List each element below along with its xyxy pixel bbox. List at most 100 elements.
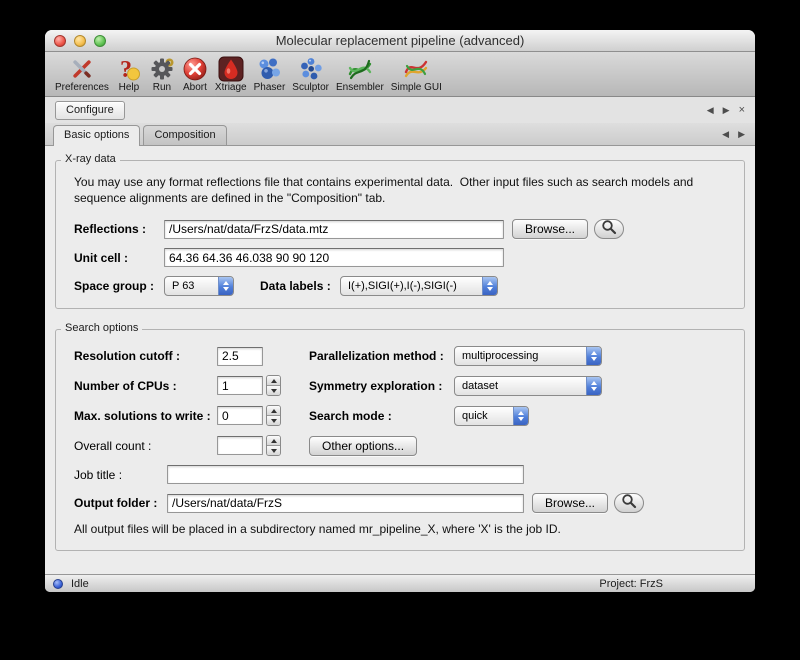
overall-count-label: Overall count : xyxy=(74,439,217,453)
other-options-button[interactable]: Other options... xyxy=(309,436,417,456)
toolbar-item-phaser[interactable]: Phaser xyxy=(254,56,286,93)
toolbar-item-label: Abort xyxy=(183,82,207,93)
space-group-row: Space group : P 63 Data labels : I(+),SI… xyxy=(74,276,726,296)
parallelization-method-dropdown[interactable]: multiprocessing xyxy=(454,346,602,366)
output-note: All output files will be placed in a sub… xyxy=(74,522,726,536)
stepper-down-icon[interactable] xyxy=(267,416,280,425)
tab-strip-controls: ◀ ▶ × xyxy=(707,105,745,116)
toolbar-item-xtriage[interactable]: Xtriage xyxy=(215,56,247,93)
close-button[interactable] xyxy=(54,35,66,47)
toolbar-item-label: Sculptor xyxy=(292,82,329,93)
unit-cell-label: Unit cell : xyxy=(74,251,164,265)
overall-count-input[interactable] xyxy=(217,436,263,455)
status-bar: Idle Project: FrzS xyxy=(45,574,755,592)
tab-basic-options[interactable]: Basic options xyxy=(53,125,140,146)
output-folder-inspect-button[interactable] xyxy=(614,493,644,513)
overall-count-stepper[interactable] xyxy=(266,435,281,456)
toolbar-item-preferences[interactable]: Preferences xyxy=(55,56,109,93)
title-bar[interactable]: Molecular replacement pipeline (advanced… xyxy=(45,30,755,52)
options-scroll-left-icon[interactable]: ◀ xyxy=(722,129,729,140)
number-of-cpus-label: Number of CPUs : xyxy=(74,379,217,393)
cpus-stepper[interactable] xyxy=(266,375,281,396)
job-title-label: Job title : xyxy=(74,468,167,482)
space-group-label: Space group : xyxy=(74,279,164,293)
max-solutions-input[interactable] xyxy=(217,406,263,425)
data-labels-value: I(+),SIGI(+),I(-),SIGI(-) xyxy=(348,280,463,292)
symmetry-exploration-label: Symmetry exploration : xyxy=(309,379,454,393)
resolution-cutoff-input[interactable] xyxy=(217,347,263,366)
options-tab-controls: ◀ ▶ xyxy=(722,129,755,140)
toolbar-item-label: Help xyxy=(119,82,140,93)
unit-cell-input[interactable] xyxy=(164,248,504,267)
tab-scroll-right-icon[interactable]: ▶ xyxy=(723,105,730,116)
xray-data-group: X-ray data You may use any format reflec… xyxy=(55,160,745,309)
dropdown-arrows-icon xyxy=(586,347,601,365)
cpus-row: Number of CPUs : Symmetry exploration : … xyxy=(74,375,726,396)
magnifier-icon xyxy=(601,219,617,240)
reflections-inspect-button[interactable] xyxy=(594,219,624,239)
ribbons-multicolor-icon xyxy=(403,56,429,82)
data-labels-label: Data labels : xyxy=(260,279,340,293)
toolbar-item-label: Run xyxy=(153,82,171,93)
search-mode-label: Search mode : xyxy=(309,409,454,423)
window-title: Molecular replacement pipeline (advanced… xyxy=(276,33,525,48)
reflections-input[interactable] xyxy=(164,220,504,239)
job-title-input[interactable] xyxy=(167,465,524,484)
toolbar-item-simple-gui[interactable]: Simple GUI xyxy=(391,56,442,93)
overall-count-row: Overall count : Other options... xyxy=(74,435,726,456)
tab-configure[interactable]: Configure xyxy=(55,101,125,120)
toolbar-item-help[interactable]: ? Help xyxy=(116,56,142,93)
dropdown-arrows-icon xyxy=(482,277,497,295)
unit-cell-row: Unit cell : xyxy=(74,248,726,267)
toolbar-item-sculptor[interactable]: Sculptor xyxy=(292,56,329,93)
tab-composition[interactable]: Composition xyxy=(143,125,226,145)
molecules-sculptor-icon xyxy=(298,56,324,82)
abort-icon xyxy=(182,56,208,82)
search-mode-dropdown[interactable]: quick xyxy=(454,406,529,426)
basic-options-page: X-ray data You may use any format reflec… xyxy=(45,146,755,574)
number-of-cpus-input[interactable] xyxy=(217,376,263,395)
tab-close-icon[interactable]: × xyxy=(739,106,745,115)
app-window: Molecular replacement pipeline (advanced… xyxy=(45,30,755,592)
dropdown-arrows-icon xyxy=(513,407,528,425)
toolbar-item-abort[interactable]: Abort xyxy=(182,56,208,93)
resolution-cutoff-label: Resolution cutoff : xyxy=(74,349,217,363)
max-solutions-stepper[interactable] xyxy=(266,405,281,426)
dropdown-arrows-icon xyxy=(586,377,601,395)
toolbar-item-run[interactable]: Run xyxy=(149,56,175,93)
minimize-button[interactable] xyxy=(74,35,86,47)
project-label: Project: FrzS xyxy=(599,578,663,590)
reflections-browse-button[interactable]: Browse... xyxy=(512,219,588,239)
toolbar-item-label: Preferences xyxy=(55,82,109,93)
stepper-up-icon[interactable] xyxy=(267,436,280,446)
data-labels-dropdown[interactable]: I(+),SIGI(+),I(-),SIGI(-) xyxy=(340,276,498,296)
output-folder-browse-button[interactable]: Browse... xyxy=(532,493,608,513)
stepper-down-icon[interactable] xyxy=(267,386,280,395)
dropdown-arrows-icon xyxy=(218,277,233,295)
tab-scroll-left-icon[interactable]: ◀ xyxy=(707,105,714,116)
zoom-button[interactable] xyxy=(94,35,106,47)
notebook-tab-strip: Configure ◀ ▶ × xyxy=(45,97,755,123)
molecules-blue-icon xyxy=(256,56,282,82)
tools-icon xyxy=(69,56,95,82)
space-group-dropdown[interactable]: P 63 xyxy=(164,276,234,296)
toolbar-item-label: Ensembler xyxy=(336,82,384,93)
status-text: Idle xyxy=(71,578,89,590)
help-icon: ? xyxy=(116,56,142,82)
toolbar-item-ensembler[interactable]: Ensembler xyxy=(336,56,384,93)
max-solutions-row: Max. solutions to write : Search mode : … xyxy=(74,405,726,426)
output-folder-input[interactable] xyxy=(167,494,524,513)
max-solutions-label: Max. solutions to write : xyxy=(74,409,217,423)
stepper-up-icon[interactable] xyxy=(267,406,280,416)
space-group-value: P 63 xyxy=(172,280,200,292)
window-controls xyxy=(54,35,106,47)
toolbar-item-label: Simple GUI xyxy=(391,82,442,93)
stepper-down-icon[interactable] xyxy=(267,446,280,455)
search-options-group-title: Search options xyxy=(61,322,142,334)
xray-description: You may use any format reflections file … xyxy=(74,175,726,206)
symmetry-exploration-dropdown[interactable]: dataset xyxy=(454,376,602,396)
stepper-up-icon[interactable] xyxy=(267,376,280,386)
search-options-group: Search options Resolution cutoff : Paral… xyxy=(55,329,745,551)
options-scroll-right-icon[interactable]: ▶ xyxy=(738,129,745,140)
toolbar: Preferences ? Help xyxy=(45,52,755,97)
